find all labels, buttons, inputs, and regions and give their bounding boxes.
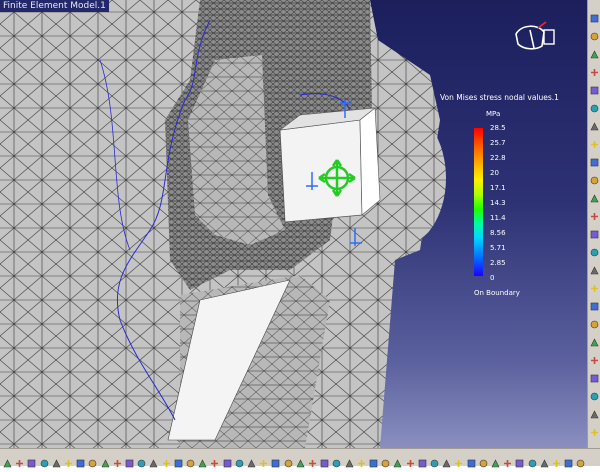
measure-icon[interactable] bbox=[590, 404, 599, 419]
legend-tick: 5.71 bbox=[490, 244, 506, 252]
camera-icon[interactable] bbox=[564, 453, 573, 468]
print-icon[interactable] bbox=[40, 453, 49, 468]
animate-icon[interactable] bbox=[418, 453, 427, 468]
bolt-head bbox=[279, 119, 363, 223]
search-icon[interactable] bbox=[491, 453, 500, 468]
left-view-icon[interactable] bbox=[590, 224, 599, 239]
select-icon[interactable] bbox=[125, 453, 134, 468]
compass-axis-icon[interactable] bbox=[508, 20, 558, 60]
legend-tick: 14.3 bbox=[490, 199, 506, 207]
fly-icon[interactable] bbox=[162, 453, 171, 467]
undo-icon[interactable] bbox=[88, 453, 97, 468]
legend-tick: 8.56 bbox=[490, 229, 506, 237]
swap-space-icon[interactable] bbox=[296, 453, 305, 468]
view-icon[interactable] bbox=[590, 8, 599, 23]
help-icon[interactable] bbox=[113, 453, 122, 467]
legend-unit: MPa bbox=[486, 110, 501, 118]
light-icon[interactable] bbox=[552, 453, 561, 467]
swap-icon[interactable] bbox=[590, 152, 599, 167]
sensor-icon[interactable] bbox=[467, 453, 476, 468]
zoom-in-icon[interactable] bbox=[210, 453, 219, 467]
pan-icon[interactable] bbox=[186, 453, 195, 468]
mesh-icon[interactable] bbox=[332, 453, 341, 468]
model-title[interactable]: Finite Element Model.1 bbox=[0, 0, 109, 12]
settings-icon[interactable] bbox=[590, 422, 599, 436]
named-view-icon[interactable] bbox=[590, 296, 599, 311]
save-icon[interactable] bbox=[27, 453, 36, 468]
copy-icon[interactable] bbox=[64, 453, 73, 467]
legend-footer: On Boundary bbox=[474, 289, 520, 297]
3d-viewport[interactable]: Finite Element Model.1 Von Mises stress … bbox=[0, 0, 587, 448]
legend-tick: 25.7 bbox=[490, 139, 506, 147]
back-view-icon[interactable] bbox=[590, 206, 599, 220]
snap-icon[interactable] bbox=[515, 453, 524, 468]
normal-view-icon[interactable] bbox=[235, 453, 244, 468]
grid-icon[interactable] bbox=[503, 453, 512, 467]
cut-icon[interactable] bbox=[52, 453, 61, 468]
shading-icon[interactable] bbox=[271, 453, 280, 468]
iso-view-icon[interactable] bbox=[590, 170, 599, 185]
report-icon[interactable] bbox=[442, 453, 451, 468]
stress-legend[interactable]: Von Mises stress nodal values.1 MPa 28.5… bbox=[440, 93, 570, 303]
deformation-icon[interactable] bbox=[393, 453, 402, 468]
shading-icon[interactable] bbox=[590, 116, 599, 131]
fit-icon[interactable] bbox=[590, 80, 599, 95]
legend-tick: 22.8 bbox=[490, 154, 506, 162]
settings-icon[interactable] bbox=[576, 453, 585, 468]
legend-color-bar bbox=[474, 128, 483, 276]
results-icon[interactable] bbox=[590, 368, 599, 383]
render-icon[interactable] bbox=[590, 314, 599, 329]
right-toolbar bbox=[587, 0, 600, 448]
trace-icon[interactable] bbox=[540, 453, 549, 468]
knowledge-icon[interactable] bbox=[149, 453, 158, 468]
catalog-icon[interactable] bbox=[137, 453, 146, 468]
legend-tick: 28.5 bbox=[490, 124, 506, 132]
image-icon[interactable] bbox=[381, 453, 390, 468]
legend-tick: 17.1 bbox=[490, 184, 506, 192]
iso-view-icon[interactable] bbox=[259, 453, 268, 467]
front-view-icon[interactable] bbox=[590, 188, 599, 203]
measure-icon[interactable] bbox=[308, 453, 317, 467]
info-icon[interactable] bbox=[479, 453, 488, 468]
right-view-icon[interactable] bbox=[590, 242, 599, 257]
redo-icon[interactable] bbox=[101, 453, 110, 468]
bottom-toolbar bbox=[0, 448, 600, 468]
hide-icon[interactable] bbox=[590, 134, 599, 148]
paste-icon[interactable] bbox=[76, 453, 85, 468]
analysis-icon[interactable] bbox=[590, 350, 599, 364]
pan-icon[interactable] bbox=[590, 62, 599, 76]
legend-tick: 0 bbox=[490, 274, 495, 282]
report-icon[interactable] bbox=[590, 386, 599, 401]
hide-show-icon[interactable] bbox=[284, 453, 293, 468]
stress-icon[interactable] bbox=[406, 453, 415, 467]
fit-all-icon[interactable] bbox=[174, 453, 183, 468]
rotate-icon[interactable] bbox=[198, 453, 207, 468]
restraint-icon[interactable] bbox=[345, 453, 354, 468]
filter-icon[interactable] bbox=[528, 453, 537, 468]
normal-view-icon[interactable] bbox=[590, 98, 599, 113]
rotate-icon[interactable] bbox=[590, 26, 599, 41]
multi-view-icon[interactable] bbox=[247, 453, 256, 468]
legend-tick: 20 bbox=[490, 169, 499, 177]
top-view-icon[interactable] bbox=[590, 260, 599, 275]
bottom-view-icon[interactable] bbox=[590, 278, 599, 292]
mesh-icon[interactable] bbox=[590, 332, 599, 347]
legend-tick: 2.85 bbox=[490, 259, 506, 267]
legend-title: Von Mises stress nodal values.1 bbox=[440, 93, 559, 102]
history-icon[interactable] bbox=[454, 453, 463, 467]
apply-material-icon[interactable] bbox=[320, 453, 329, 468]
compute-icon[interactable] bbox=[369, 453, 378, 468]
zoom-out-icon[interactable] bbox=[223, 453, 232, 468]
zoom-icon[interactable] bbox=[590, 44, 599, 59]
cut-plane-icon[interactable] bbox=[430, 453, 439, 468]
open-icon[interactable] bbox=[15, 453, 24, 467]
new-icon[interactable] bbox=[3, 453, 12, 468]
load-icon[interactable] bbox=[357, 453, 366, 467]
legend-tick: 11.4 bbox=[490, 214, 506, 222]
